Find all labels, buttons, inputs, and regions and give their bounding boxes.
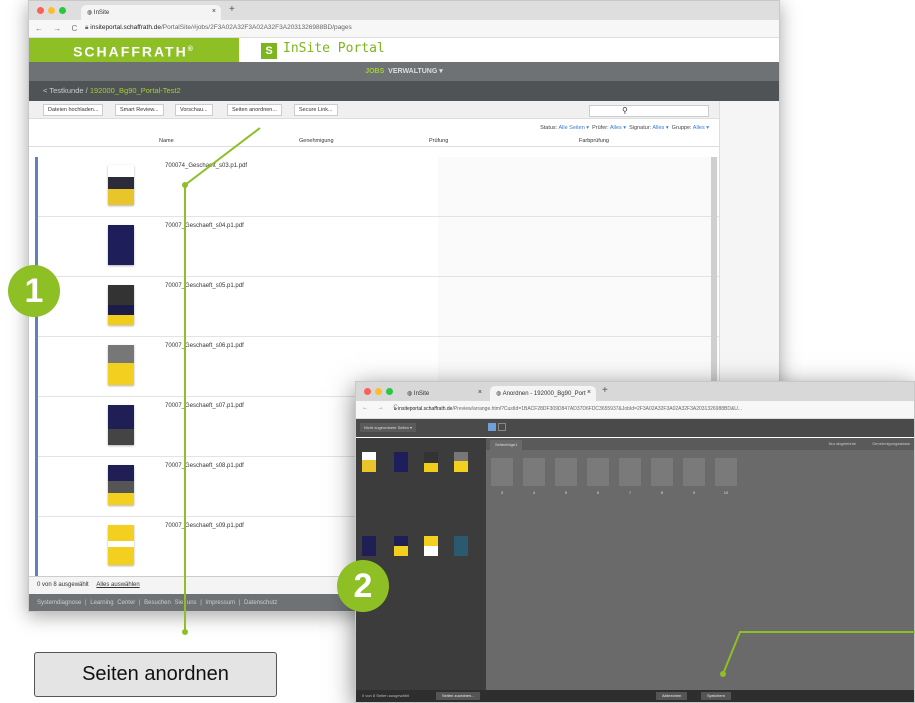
page-slot[interactable] (555, 458, 577, 486)
browser-window-arrange: ◍ InSite × ◍ Anordnen - 192000_Bg90_Port ×… (355, 381, 915, 703)
arrange-footer: 0 von 8 Seiten ausgewählt Seiten zuordne… (356, 690, 914, 702)
step-badge-1: 1 (8, 265, 60, 317)
step-badge-2: 2 (337, 560, 389, 612)
tab-bar-2: ◍ InSite × ◍ Anordnen - 192000_Bg90_Port ×… (356, 382, 914, 401)
page-mini-thumbnail[interactable] (454, 536, 468, 556)
slot-number: 8 (660, 490, 664, 495)
url-text-2[interactable]: 🔒︎ insiteportal.schaffrath.de/Preview/ar… (394, 406, 742, 412)
callout-dot-1 (182, 182, 188, 188)
arrange-header: Nicht zugeordnete Seiten ▾ (356, 419, 914, 437)
list-view-icon[interactable] (498, 423, 506, 431)
page-slot[interactable] (683, 458, 705, 486)
minimize-window-icon[interactable] (375, 388, 382, 395)
slot-number: 4 (532, 490, 536, 495)
approval-status-checkbox[interactable]: Genehmigungsstatus (872, 441, 910, 446)
page-slot[interactable] (523, 458, 545, 486)
arrange-selection-count: 0 von 8 Seiten ausgewählt (362, 693, 409, 698)
url-host: insiteportal.schaffrath.de (398, 406, 453, 412)
page-slot[interactable] (715, 458, 737, 486)
sheet-tabs: Seitenfolge1 Nur abgelehnte Genehmigungs… (486, 438, 914, 450)
page-mini-thumbnail[interactable] (394, 536, 408, 556)
slot-number: 5 (564, 490, 568, 495)
page-slot[interactable] (619, 458, 641, 486)
page-mini-thumbnail[interactable] (454, 452, 468, 472)
slot-number: 3 (500, 490, 504, 495)
page-slot[interactable] (651, 458, 673, 486)
close-window-icon[interactable] (364, 388, 371, 395)
grid-view-icon[interactable] (488, 423, 496, 431)
only-rejected-checkbox[interactable]: Nur abgelehnte (829, 441, 856, 446)
page-mini-thumbnail[interactable] (424, 536, 438, 556)
sheet-tab[interactable]: Seitenfolge1 (490, 440, 523, 450)
page-mini-thumbnail[interactable] (394, 452, 408, 472)
page-slot[interactable] (587, 458, 609, 486)
cancel-button[interactable]: Abbrechen (656, 692, 688, 700)
slot-number: 7 (628, 490, 632, 495)
slot-number: 9 (692, 490, 696, 495)
save-button[interactable]: Speichern (701, 692, 732, 700)
tab-title: Anordnen - 192000_Bg90_Port (502, 391, 586, 397)
page-mini-thumbnail[interactable] (362, 536, 376, 556)
assign-pages-button[interactable]: Seiten zuordnen... (436, 692, 481, 700)
callout-line-1 (184, 127, 261, 632)
slot-number: 6 (596, 490, 600, 495)
unassigned-pages-dropdown[interactable]: Nicht zugeordnete Seiten ▾ (360, 423, 417, 432)
globe-icon: ◍ (496, 391, 503, 397)
arrange-pages-callout: Seiten anordnen (34, 652, 277, 697)
slot-number: 10 (723, 490, 729, 495)
callout-dot-1b (182, 629, 188, 635)
close-tab-icon[interactable]: × (478, 389, 482, 396)
browser-tab-arrange[interactable]: ◍ Anordnen - 192000_Bg90_Port × (490, 386, 596, 401)
page-mini-thumbnail[interactable] (424, 452, 438, 472)
maximize-window-icon[interactable] (386, 388, 393, 395)
page-slot[interactable] (491, 458, 513, 486)
new-tab-icon[interactable]: + (602, 385, 608, 396)
tab-title: InSite (413, 391, 430, 397)
arrange-area: Seitenfolge1 Nur abgelehnte Genehmigungs… (486, 438, 914, 702)
close-tab-icon[interactable]: × (587, 389, 591, 396)
browser-tab-insite-2[interactable]: ◍ InSite × (401, 386, 487, 401)
url-path: /Preview/arrange.html?CustId=1BACF28DF30… (452, 406, 743, 412)
globe-icon: ◍ (407, 391, 414, 397)
page-mini-thumbnail[interactable] (362, 452, 376, 472)
address-bar-2[interactable]: ← → C 🔒︎ insiteportal.schaffrath.de/Prev… (356, 401, 914, 419)
